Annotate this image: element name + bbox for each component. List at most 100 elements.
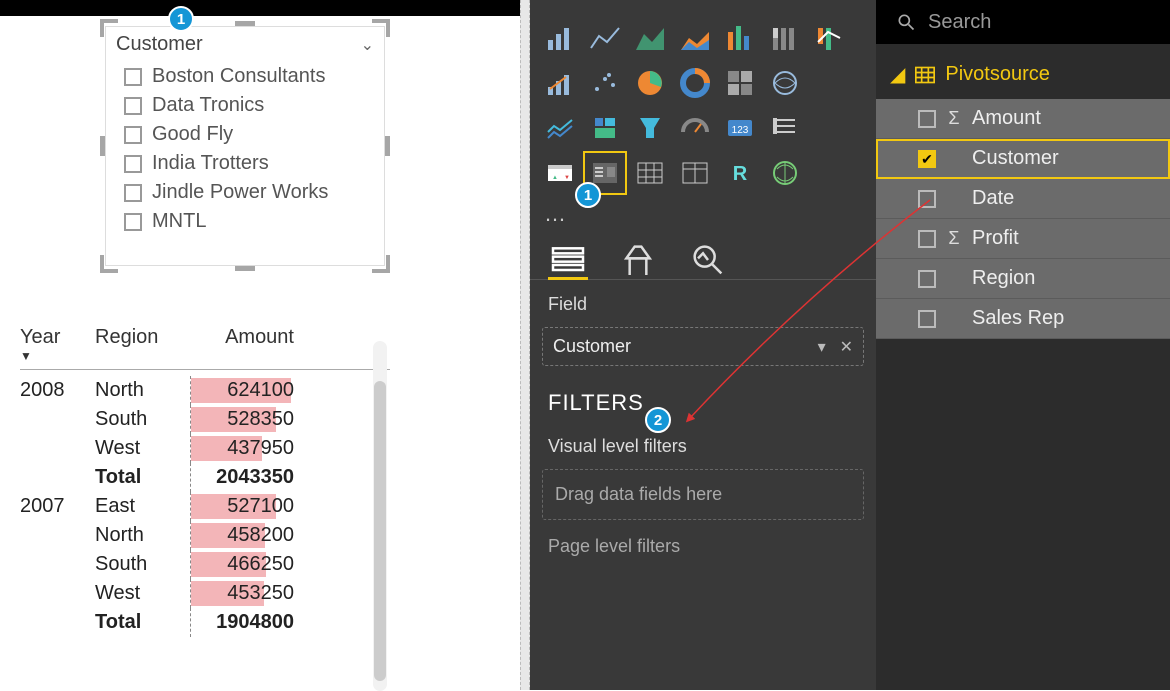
slicer-item[interactable]: Jindle Power Works (124, 178, 374, 207)
data-table-visual[interactable]: Year ▼ Region Amount 2008North624100Sout… (20, 326, 390, 637)
viz-type-icon[interactable]: R (720, 153, 760, 193)
field-well-label: Field (530, 280, 876, 323)
viz-type-icon[interactable] (675, 63, 715, 103)
visualization-gallery: 123 ▲▼ R (530, 0, 876, 201)
viz-type-icon[interactable] (675, 153, 715, 193)
viz-type-icon[interactable] (585, 108, 625, 148)
viz-type-icon[interactable] (720, 18, 760, 58)
slicer-item[interactable]: Data Tronics (124, 91, 374, 120)
col-region[interactable]: Region (95, 326, 158, 348)
viz-type-icon[interactable] (630, 18, 670, 58)
field-checkbox[interactable] (918, 310, 936, 328)
viz-type-icon[interactable] (675, 108, 715, 148)
table-row[interactable]: Total1904800 (20, 608, 390, 637)
fields-search[interactable]: Search (876, 0, 1170, 44)
table-icon (915, 66, 935, 84)
col-year[interactable]: Year (20, 326, 60, 348)
sort-desc-icon[interactable]: ▼ (20, 349, 95, 363)
filters-heading: FILTERS (530, 370, 876, 426)
viz-type-icon[interactable] (765, 63, 805, 103)
search-placeholder: Search (928, 11, 991, 34)
viz-type-icon[interactable] (765, 153, 805, 193)
panel-divider[interactable] (520, 0, 530, 690)
checkbox-icon[interactable] (124, 126, 142, 144)
svg-text:123: 123 (732, 125, 749, 136)
viz-type-icon[interactable] (675, 18, 715, 58)
field-checkbox[interactable] (918, 230, 936, 248)
viz-type-icon[interactable] (765, 108, 805, 148)
viz-type-icon[interactable] (720, 63, 760, 103)
viz-type-icon[interactable] (540, 63, 580, 103)
scrollbar-thumb[interactable] (374, 381, 386, 681)
viz-type-icon[interactable] (630, 153, 670, 193)
table-row[interactable]: South466250 (20, 550, 390, 579)
viz-type-icon[interactable] (540, 108, 580, 148)
format-tab[interactable] (618, 245, 658, 275)
slicer-title: Customer (116, 33, 203, 56)
table-row[interactable]: West453250 (20, 579, 390, 608)
field-name: Sales Rep (972, 307, 1064, 330)
field-checkbox[interactable] (918, 190, 936, 208)
col-amount[interactable]: Amount (225, 326, 294, 348)
svg-text:R: R (733, 163, 748, 185)
checkbox-icon[interactable] (124, 155, 142, 173)
sigma-icon: Σ (946, 108, 962, 129)
checkbox-icon[interactable] (124, 213, 142, 231)
field-item[interactable]: Sales Rep (876, 299, 1170, 339)
field-checkbox[interactable]: ✔ (918, 150, 936, 168)
slicer-item[interactable]: Good Fly (124, 120, 374, 149)
slicer-item-label: MNTL (152, 210, 206, 233)
checkbox-icon[interactable] (124, 97, 142, 115)
analytics-tab[interactable] (688, 245, 728, 275)
field-item[interactable]: ΣAmount (876, 99, 1170, 139)
expand-caret-icon[interactable]: ◢ (890, 62, 905, 87)
slicer-item-label: Good Fly (152, 123, 233, 146)
slicer-item[interactable]: MNTL (124, 207, 374, 236)
slicer-visual[interactable]: Customer ⌄ Boston ConsultantsData Tronic… (105, 26, 385, 266)
slicer-item[interactable]: India Trotters (124, 149, 374, 178)
field-well-value: Customer (553, 336, 631, 357)
viz-type-icon[interactable] (630, 63, 670, 103)
format-tabs (530, 237, 876, 280)
fields-tab[interactable] (548, 245, 588, 275)
table-row[interactable]: West437950 (20, 434, 390, 463)
remove-field-icon[interactable]: ✕ (840, 337, 853, 357)
field-item[interactable]: ✔ Customer (876, 139, 1170, 179)
field-item[interactable]: Region (876, 259, 1170, 299)
field-checkbox[interactable] (918, 110, 936, 128)
viz-type-icon[interactable] (810, 18, 850, 58)
viz-type-icon[interactable] (585, 63, 625, 103)
field-name: Date (972, 187, 1014, 210)
dropdown-caret-icon[interactable]: ▾ (818, 337, 826, 357)
field-item[interactable]: ΣProfit (876, 219, 1170, 259)
report-canvas: Customer ⌄ Boston ConsultantsData Tronic… (0, 16, 520, 690)
table-row[interactable]: 2008North624100 (20, 376, 390, 405)
field-item[interactable]: Date (876, 179, 1170, 219)
table-scrollbar[interactable] (373, 341, 387, 691)
viz-type-icon[interactable] (540, 18, 580, 58)
viz-type-icon[interactable] (585, 18, 625, 58)
slicer-item[interactable]: Boston Consultants (124, 62, 374, 91)
table-row[interactable]: Total2043350 (20, 463, 390, 492)
viz-type-icon[interactable] (630, 108, 670, 148)
viz-type-icon[interactable] (765, 18, 805, 58)
table-row[interactable]: North458200 (20, 521, 390, 550)
table-row[interactable]: 2007East527100 (20, 492, 390, 521)
table-row[interactable]: South528350 (20, 405, 390, 434)
svg-text:▼: ▼ (564, 175, 570, 181)
checkbox-icon[interactable] (124, 184, 142, 202)
table-node[interactable]: ◢ Pivotsource (876, 44, 1170, 99)
viz-type-icon[interactable]: ▲▼ (540, 153, 580, 193)
field-name: Profit (972, 227, 1019, 250)
field-well[interactable]: Customer ▾ ✕ (542, 327, 864, 366)
visualizations-panel: 123▲▼R … Field Customer ▾ ✕ FILTERS Visu… (530, 0, 876, 690)
visual-filters-dropzone[interactable]: Drag data fields here (542, 469, 864, 520)
field-checkbox[interactable] (918, 270, 936, 288)
checkbox-icon[interactable] (124, 68, 142, 86)
table-header-row: Year ▼ Region Amount (20, 326, 390, 370)
search-icon (896, 12, 916, 32)
slicer-item-label: India Trotters (152, 152, 269, 175)
table-name: Pivotsource (945, 63, 1050, 86)
viz-type-icon[interactable]: 123 (720, 108, 760, 148)
chevron-down-icon[interactable]: ⌄ (361, 35, 374, 55)
